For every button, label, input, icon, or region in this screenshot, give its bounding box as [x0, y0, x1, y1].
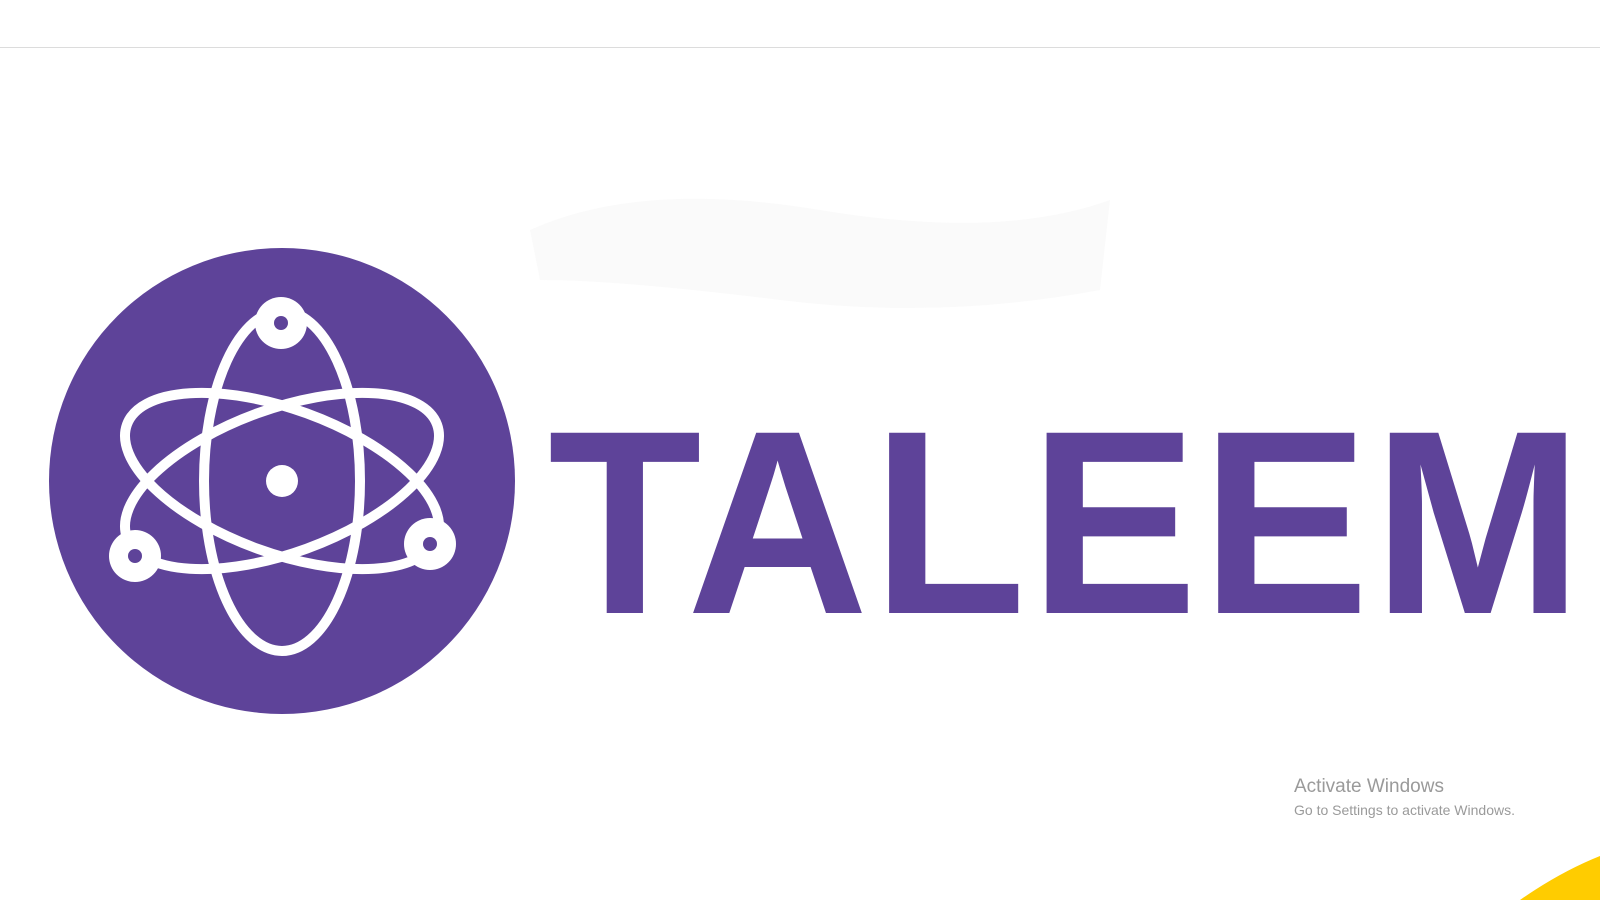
top-bar	[0, 0, 1600, 48]
page: TALEEM Activate Windows Go to Settings t…	[0, 0, 1600, 900]
windows-activation-notice: Activate Windows Go to Settings to activ…	[1294, 775, 1515, 821]
activation-subtitle: Go to Settings to activate Windows.	[1294, 802, 1515, 818]
corner-accent-shape	[1520, 856, 1600, 900]
activation-title: Activate Windows	[1294, 776, 1444, 797]
faded-watermark	[530, 198, 1110, 308]
brand-wordmark: TALEEM	[548, 376, 1587, 669]
atom-icon	[49, 248, 515, 714]
